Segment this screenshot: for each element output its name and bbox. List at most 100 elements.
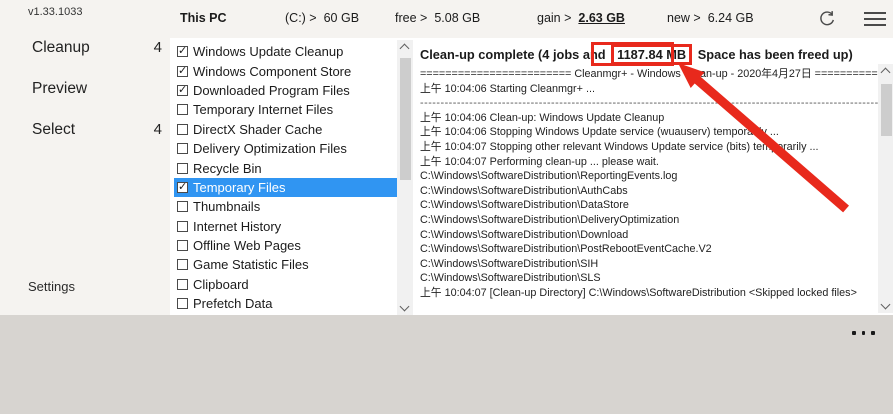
cleanup-item-label: Recycle Bin	[193, 160, 262, 176]
refresh-button[interactable]	[818, 10, 836, 28]
cleanup-item-label: Prefetch Data	[193, 296, 273, 312]
log-line: ----------------------------------------…	[420, 97, 878, 110]
log-line: 上午 10:04:06 Stopping Windows Update serv…	[420, 126, 779, 139]
log-output: ======================== Cleanmgr+ - Win…	[420, 67, 878, 301]
refresh-icon	[820, 11, 835, 26]
cleanup-item-label: Internet History	[193, 218, 282, 234]
cleanup-item-label: DirectX Shader Cache	[193, 121, 323, 137]
stat-value[interactable]: 60 GB	[324, 11, 359, 25]
drive-stat: gain > 2.63 GB	[537, 11, 625, 25]
cleanup-list-item[interactable]: Delivery Optimization Files	[174, 139, 400, 158]
checkbox[interactable]	[177, 143, 188, 155]
scroll-up-icon[interactable]	[399, 43, 410, 54]
stat-value[interactable]: 2.63 GB	[578, 11, 625, 25]
nav-item-count: 4	[153, 39, 162, 56]
cleanup-item-label: Temporary Files	[193, 179, 286, 195]
checkbox[interactable]	[177, 180, 188, 193]
checkbox[interactable]	[177, 83, 188, 96]
log-line: 上午 10:04:07 Performing clean-up ... plea…	[420, 155, 659, 168]
hamburger-menu-button[interactable]	[864, 12, 886, 26]
cleanup-list-item[interactable]: Temporary Internet Files	[174, 100, 400, 119]
cleanup-list-item[interactable]: Game Statistic Files	[174, 255, 400, 274]
cleanup-list-item[interactable]: Recycle Bin	[174, 158, 400, 177]
nav-item-label: Cleanup	[32, 39, 90, 56]
log-line: 上午 10:04:06 Clean-up: Windows Update Cle…	[420, 111, 665, 124]
header-post: Space has been freed up)	[697, 47, 853, 62]
log-line: 上午 10:04:07 Stopping other relevant Wind…	[420, 140, 819, 153]
checkbox[interactable]	[177, 259, 188, 271]
checkbox[interactable]	[177, 298, 188, 310]
log-scrollbar-thumb[interactable]	[880, 84, 892, 136]
stat-label: free >	[395, 11, 428, 25]
header-pre: Clean-up complete (4 jobs and	[420, 47, 606, 62]
cleanup-list-item[interactable]: Temporary Files	[174, 177, 400, 198]
hamburger-icon	[864, 12, 886, 14]
cleanup-item-label: Temporary Internet Files	[193, 102, 334, 118]
cleanup-item-label: Delivery Optimization Files	[193, 141, 347, 157]
more-options-button[interactable]	[852, 331, 875, 335]
checkbox[interactable]	[177, 123, 188, 135]
sidebar-nav-item[interactable]: Settings	[0, 279, 170, 301]
list-scrollbar-thumb[interactable]	[399, 58, 411, 180]
stat-value[interactable]: 5.08 GB	[434, 11, 480, 25]
log-line: C:\Windows\SoftwareDistribution\Delivery…	[420, 213, 680, 226]
log-line: C:\Windows\SoftwareDistribution\SLS	[420, 272, 601, 285]
cleanup-item-label: Game Statistic Files	[193, 257, 309, 273]
checkbox[interactable]	[177, 278, 188, 290]
drive-stat: free > 5.08 GB	[395, 11, 480, 25]
nav-item-label: Preview	[32, 80, 88, 97]
nav-item-count: 4	[153, 121, 162, 138]
log-line: C:\Windows\SoftwareDistribution\DataStor…	[420, 199, 629, 212]
cleanup-list-item[interactable]: Thumbnails	[174, 197, 400, 216]
sidebar: v1.33.1033 Cleanup 4 Preview Select 4 Se…	[0, 0, 170, 315]
checkbox[interactable]	[177, 162, 188, 174]
sidebar-nav-item[interactable]: Preview	[0, 80, 170, 102]
scroll-down-icon[interactable]	[399, 301, 410, 312]
device-label: This PC	[180, 11, 227, 25]
checkbox[interactable]	[177, 240, 188, 252]
content-area: Windows Update Cleanup Windows Component…	[170, 38, 893, 315]
stat-value[interactable]: 6.24 GB	[708, 11, 754, 25]
log-panel: Clean-up complete (4 jobs and 1187.84 MB…	[418, 38, 893, 315]
log-scrollbar[interactable]	[878, 64, 893, 313]
cleanup-list-item[interactable]: Windows Update Cleanup	[174, 42, 400, 61]
cleanup-item-label: Windows Update Cleanup	[193, 44, 344, 60]
app-window: This PC (C:) > 60 GB free > 5.08 GB gain >…	[0, 0, 893, 414]
sidebar-nav-item[interactable]: Select 4	[0, 121, 170, 143]
cleanup-list-item[interactable]: Clipboard	[174, 275, 400, 294]
log-line: C:\Windows\SoftwareDistribution\SIH	[420, 257, 599, 270]
version-label: v1.33.1033	[28, 6, 83, 18]
checkbox[interactable]	[177, 64, 188, 77]
checkbox[interactable]	[177, 201, 188, 213]
scroll-up-icon[interactable]	[880, 67, 891, 78]
stat-label: gain >	[537, 11, 572, 25]
cleanup-complete-header: Clean-up complete (4 jobs and 1187.84 MB…	[420, 44, 853, 65]
checkbox[interactable]	[177, 104, 188, 116]
stat-label: new >	[667, 11, 701, 25]
checkbox[interactable]	[177, 220, 188, 232]
cleanup-category-list: Windows Update Cleanup Windows Component…	[174, 42, 400, 315]
cleanup-list-item[interactable]: Downloaded Program Files	[174, 81, 400, 100]
sidebar-nav-item[interactable]: Cleanup 4	[0, 39, 170, 61]
log-line: 上午 10:04:07 [Clean-up Directory] C:\Wind…	[420, 286, 857, 299]
log-line: C:\Windows\SoftwareDistribution\Download	[420, 228, 629, 241]
bottom-bar	[0, 315, 893, 414]
log-line: C:\Windows\SoftwareDistribution\PostRebo…	[420, 243, 712, 256]
cleanup-list-item[interactable]: Prefetch Data	[174, 294, 400, 313]
freed-space-value: 1187.84 MB	[611, 44, 693, 65]
drive-stat: new > 6.24 GB	[667, 11, 754, 25]
log-line: 上午 10:04:06 Starting Cleanmgr+ ...	[420, 82, 595, 95]
ellipsis-icon	[852, 331, 856, 335]
cleanup-item-label: Downloaded Program Files	[193, 82, 350, 98]
stat-label: (C:) >	[285, 11, 317, 25]
cleanup-list-item[interactable]: Offline Web Pages	[174, 236, 400, 255]
cleanup-list-item[interactable]: DirectX Shader Cache	[174, 120, 400, 139]
cleanup-list-item[interactable]: Windows Component Store	[174, 61, 400, 80]
list-scrollbar[interactable]	[397, 40, 413, 315]
log-line: ======================== Cleanmgr+ - Win…	[420, 68, 878, 80]
cleanup-list-item[interactable]: Internet History	[174, 217, 400, 236]
cleanup-item-label: Clipboard	[193, 276, 249, 292]
checkbox[interactable]	[177, 44, 188, 58]
scroll-down-icon[interactable]	[880, 299, 891, 310]
cleanup-item-label: Offline Web Pages	[193, 238, 301, 254]
